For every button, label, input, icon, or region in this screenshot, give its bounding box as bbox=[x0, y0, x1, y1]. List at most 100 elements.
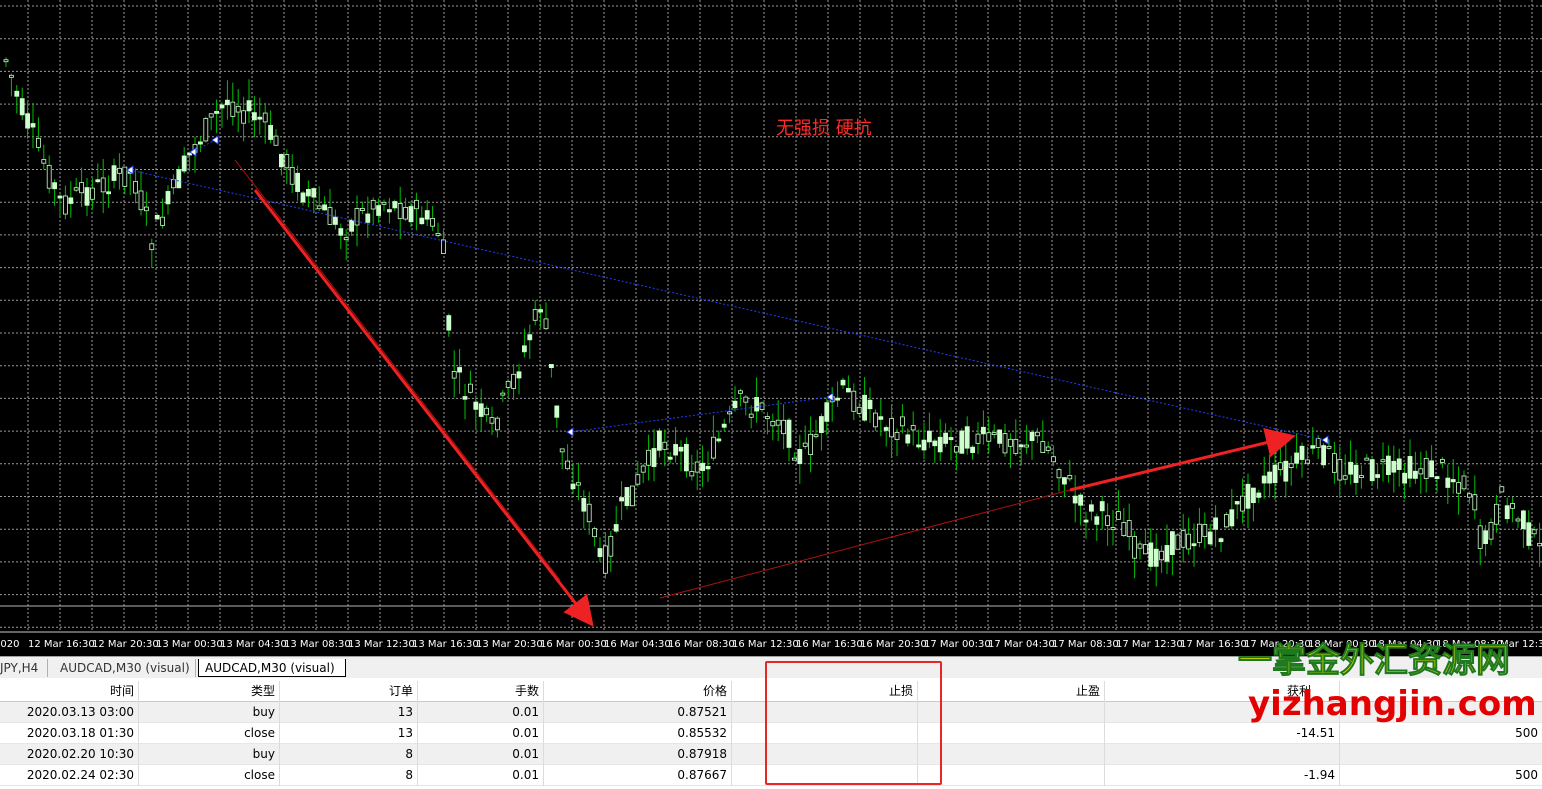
candle-body bbox=[964, 426, 970, 449]
candle-body bbox=[1526, 522, 1532, 546]
candle-body bbox=[1164, 545, 1170, 562]
candle-body bbox=[754, 396, 759, 412]
candlestick-chart[interactable]: 无强损 硬抗202012 Mar 16:3012 Mar 20:3013 Mar… bbox=[0, 0, 1542, 656]
candle-body bbox=[819, 416, 824, 433]
candle-body bbox=[1234, 501, 1240, 505]
candle-body bbox=[1418, 468, 1424, 475]
candle-body bbox=[8, 74, 14, 78]
candle-body bbox=[1288, 463, 1294, 468]
candle-body bbox=[41, 159, 47, 164]
candle-body bbox=[289, 167, 295, 185]
candle-body bbox=[392, 201, 398, 209]
candle-body bbox=[403, 207, 409, 220]
candle-body bbox=[1504, 505, 1510, 520]
candle-body bbox=[473, 401, 479, 410]
watermark-url: yizhangjin.com bbox=[1248, 684, 1537, 724]
table-row[interactable]: 2020.02.20 10:30 buy 8 0.01 0.87918 bbox=[0, 744, 1542, 765]
cell-stoploss bbox=[732, 765, 918, 786]
candle-body bbox=[878, 416, 884, 420]
cell-time: 2020.03.18 01:30 bbox=[0, 723, 139, 744]
candle-body bbox=[30, 123, 36, 128]
candle-body bbox=[354, 208, 360, 226]
candle-body bbox=[1175, 534, 1181, 550]
candle-body bbox=[565, 460, 570, 470]
candle-body bbox=[597, 548, 603, 558]
candle-body bbox=[1386, 455, 1391, 476]
col-type-header[interactable]: 类型 bbox=[139, 681, 280, 702]
candle-body bbox=[511, 373, 517, 389]
cell-balance bbox=[1340, 744, 1542, 765]
candle-body bbox=[651, 448, 657, 467]
tab-jpy-h4[interactable]: JPY,H4 bbox=[0, 659, 48, 677]
time-axis-label: 16 Mar 04:30 bbox=[604, 639, 671, 650]
candle-body bbox=[1013, 438, 1019, 454]
tab-audcad-m30-visual-1[interactable]: AUDCAD,M30 (visual) bbox=[54, 659, 196, 677]
candle-body bbox=[640, 465, 646, 473]
candle-body bbox=[138, 190, 144, 211]
col-stoploss-header[interactable]: 止损 bbox=[732, 681, 918, 702]
candle-body bbox=[1078, 494, 1083, 506]
candle-body bbox=[943, 432, 948, 444]
candle-body bbox=[1240, 495, 1245, 512]
time-axis-label: 13 Mar 12:30 bbox=[348, 639, 415, 650]
candle-body bbox=[792, 457, 797, 461]
trade-marker-icon bbox=[566, 427, 574, 437]
candle-body bbox=[462, 396, 468, 400]
candle-body bbox=[376, 205, 382, 216]
candle-body bbox=[1359, 475, 1364, 478]
time-axis-label: 16 Mar 12:30 bbox=[732, 639, 799, 650]
col-price-header[interactable]: 价格 bbox=[544, 681, 732, 702]
candle-body bbox=[570, 483, 576, 490]
candle-body bbox=[1148, 542, 1154, 567]
candle-body bbox=[79, 182, 84, 194]
candle-body bbox=[1051, 456, 1056, 463]
candle-body bbox=[543, 318, 549, 330]
candle-body bbox=[1477, 525, 1483, 549]
candle-body bbox=[608, 535, 614, 557]
candle-body bbox=[786, 419, 792, 448]
candle-body bbox=[635, 474, 641, 485]
trade-line bbox=[129, 169, 1326, 441]
cell-balance: 500 bbox=[1515, 768, 1538, 782]
col-time-header[interactable]: 时间 bbox=[0, 681, 139, 702]
cell-price: 0.87918 bbox=[544, 744, 732, 765]
candle-body bbox=[1261, 475, 1267, 484]
candle-body bbox=[781, 419, 786, 435]
candle-body bbox=[316, 205, 322, 210]
candle-body bbox=[1364, 457, 1370, 461]
candle-body bbox=[1342, 475, 1348, 480]
cell-takeprofit bbox=[918, 702, 1105, 723]
candle-body bbox=[52, 182, 57, 190]
candle-body bbox=[1461, 475, 1467, 490]
tab-audcad-m30-visual-2[interactable]: AUDCAD,M30 (visual) bbox=[198, 659, 346, 677]
candle-body bbox=[1008, 438, 1013, 447]
cell-time: 2020.02.24 02:30 bbox=[0, 765, 139, 786]
candle-body bbox=[873, 412, 878, 428]
table-row[interactable]: 2020.03.18 01:30 close 13 0.01 0.85532 -14.51… bbox=[0, 723, 1542, 744]
candle-body bbox=[25, 113, 31, 129]
col-order-header[interactable]: 订单 bbox=[280, 681, 418, 702]
candle-body bbox=[1510, 503, 1515, 509]
col-lots-header[interactable]: 手数 bbox=[418, 681, 544, 702]
candle-body bbox=[1272, 464, 1278, 484]
candle-body bbox=[1380, 459, 1386, 463]
col-takeprofit-header[interactable]: 止盈 bbox=[918, 681, 1105, 702]
candle-body bbox=[1002, 433, 1008, 454]
candle-body bbox=[457, 367, 463, 373]
cell-order: 13 bbox=[280, 723, 418, 744]
candle-body bbox=[851, 390, 857, 412]
candle-body bbox=[846, 387, 851, 393]
candle-body bbox=[1429, 460, 1434, 478]
table-row[interactable]: 2020.02.24 02:30 close 8 0.01 0.87667 -1.94 50… bbox=[0, 765, 1542, 786]
price-chart[interactable]: 无强损 硬抗202012 Mar 16:3012 Mar 20:3013 Mar… bbox=[0, 0, 1542, 656]
candle-body bbox=[111, 165, 117, 181]
candle-body bbox=[1348, 461, 1353, 475]
cell-stoploss bbox=[732, 723, 918, 744]
candle-body bbox=[1229, 509, 1235, 527]
candle-body bbox=[95, 179, 101, 183]
cell-order: 13 bbox=[280, 702, 418, 723]
candle-body bbox=[1137, 543, 1143, 549]
candle-body bbox=[1170, 531, 1175, 555]
candle-body bbox=[981, 426, 986, 435]
candle-body bbox=[68, 197, 74, 204]
